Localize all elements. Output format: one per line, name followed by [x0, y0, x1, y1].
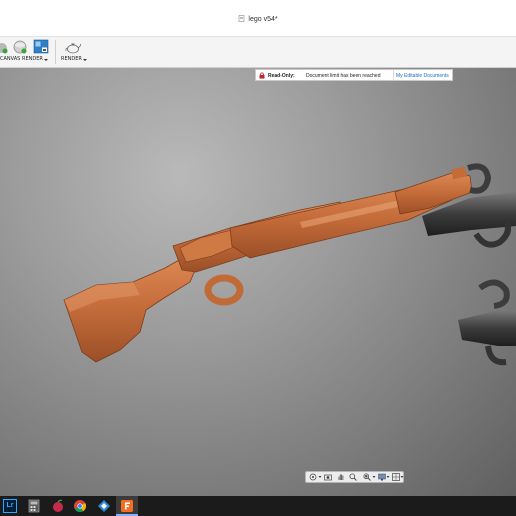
- window-title-text: lego v54*: [248, 16, 278, 23]
- render-group-label[interactable]: RENDER: [22, 56, 43, 62]
- document-limit-message: Document limit has been reached: [306, 73, 381, 79]
- orbit-dropdown-icon[interactable]: [318, 473, 322, 481]
- display-settings-icon[interactable]: [378, 473, 386, 481]
- ribbon-toolbar: CANVAS RENDER RENDER: [0, 37, 516, 68]
- orbit-icon[interactable]: [309, 473, 317, 481]
- fusion-360-app-icon[interactable]: [120, 499, 134, 513]
- read-only-label: Read-Only:: [268, 73, 295, 79]
- navigation-bar: [305, 471, 404, 483]
- zoom-icon[interactable]: [349, 473, 357, 481]
- dark-bracket-lower[interactable]: [458, 310, 516, 346]
- pan-hand-icon[interactable]: [337, 473, 345, 481]
- canvas-label[interactable]: CANVAS: [0, 56, 20, 62]
- render-group-dropdown-icon[interactable]: [43, 58, 49, 62]
- app-icon-blue-diamond[interactable]: [97, 499, 111, 513]
- rifle-stock[interactable]: [63, 254, 197, 363]
- lock-icon: [259, 72, 265, 79]
- dark-hook-lower[interactable]: [485, 345, 507, 366]
- my-editable-documents-link[interactable]: My Editable Documents: [393, 70, 452, 80]
- window-title: lego v54*: [0, 15, 516, 23]
- display-dropdown-icon[interactable]: [386, 473, 390, 481]
- camera-icon[interactable]: [324, 473, 332, 481]
- grid-icon[interactable]: [392, 473, 400, 481]
- grid-dropdown-icon[interactable]: [400, 473, 404, 481]
- toolbar-divider: [55, 40, 56, 64]
- zoom-window-icon[interactable]: [363, 473, 371, 481]
- trigger-guard[interactable]: [204, 274, 244, 306]
- render-dropdown-icon[interactable]: [82, 58, 88, 62]
- calculator-app-icon[interactable]: [27, 499, 41, 513]
- read-only-banner: Read-Only: Document limit has been reach…: [255, 69, 453, 81]
- zoom-dropdown-icon[interactable]: [372, 473, 376, 481]
- document-icon: [239, 15, 245, 22]
- app-icon-red-berry[interactable]: [51, 499, 65, 513]
- dark-ring-lower[interactable]: [478, 279, 510, 309]
- title-bar: lego v54*: [0, 0, 516, 37]
- 3d-viewport[interactable]: [0, 68, 516, 496]
- chrome-app-icon[interactable]: [73, 499, 87, 513]
- lightroom-app-icon[interactable]: Lr: [3, 499, 17, 513]
- render-label[interactable]: RENDER: [61, 56, 82, 62]
- model-canvas[interactable]: [0, 68, 516, 496]
- taskbar: Lr: [0, 496, 516, 516]
